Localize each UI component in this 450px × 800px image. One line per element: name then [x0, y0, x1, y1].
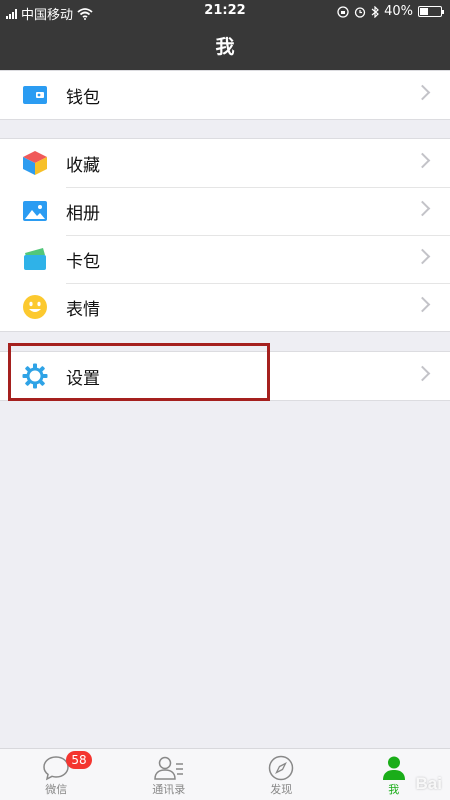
tab-discover[interactable]: 发现	[225, 749, 338, 800]
wallet-icon	[22, 82, 48, 108]
battery-fill	[420, 8, 428, 15]
battery-icon	[418, 6, 444, 17]
menu-item-stickers[interactable]: 表情	[0, 283, 450, 331]
contacts-icon	[153, 756, 183, 780]
menu-item-wallet[interactable]: 钱包	[0, 71, 450, 119]
card-icon	[22, 246, 48, 272]
tab-chats[interactable]: 58 微信	[0, 749, 113, 800]
menu-group-settings: 设置	[0, 351, 450, 401]
unread-badge: 58	[66, 751, 92, 769]
menu-item-cards[interactable]: 卡包	[0, 235, 450, 283]
menu-label-album: 相册	[66, 203, 100, 224]
page-title: 我	[0, 24, 450, 70]
compass-icon	[269, 755, 294, 781]
alarm-icon	[354, 6, 366, 18]
chevron-right-icon	[414, 152, 431, 169]
battery-percent: 40%	[384, 4, 413, 19]
menu-label-settings: 设置	[66, 368, 100, 389]
menu-label-wallet: 钱包	[66, 87, 100, 108]
bluetooth-icon	[371, 5, 379, 18]
watermark: Bai	[415, 774, 442, 793]
menu-group-wallet: 钱包	[0, 70, 450, 120]
tab-bar: 58 微信 通讯录 发现 我 Bai	[0, 748, 450, 800]
tab-label-contacts: 通讯录	[152, 783, 186, 796]
cube-icon	[22, 150, 48, 176]
chevron-right-icon	[414, 296, 431, 313]
status-bar: 中国移动 21:22 40%	[0, 0, 450, 24]
menu-item-favorites[interactable]: 收藏	[0, 139, 450, 187]
menu-item-settings[interactable]: 设置	[0, 352, 450, 400]
tab-label-chats: 微信	[45, 783, 68, 796]
chevron-right-icon	[414, 84, 431, 101]
person-icon	[382, 756, 405, 780]
menu-label-stickers: 表情	[66, 299, 100, 320]
menu-item-album[interactable]: 相册	[0, 187, 450, 235]
smiley-icon	[22, 294, 48, 320]
menu-label-cards: 卡包	[66, 251, 100, 272]
photo-icon	[22, 198, 48, 224]
menu-label-favorites: 收藏	[66, 155, 100, 176]
gear-icon	[22, 363, 48, 389]
chevron-right-icon	[414, 365, 431, 382]
status-right: 40%	[337, 4, 444, 19]
chevron-right-icon	[414, 248, 431, 265]
lock-rotation-icon	[337, 5, 349, 18]
chevron-right-icon	[414, 200, 431, 217]
tab-label-discover: 发现	[270, 783, 293, 796]
tab-contacts[interactable]: 通讯录	[113, 749, 226, 800]
menu-group-main: 收藏 相册 卡包 表情	[0, 138, 450, 332]
